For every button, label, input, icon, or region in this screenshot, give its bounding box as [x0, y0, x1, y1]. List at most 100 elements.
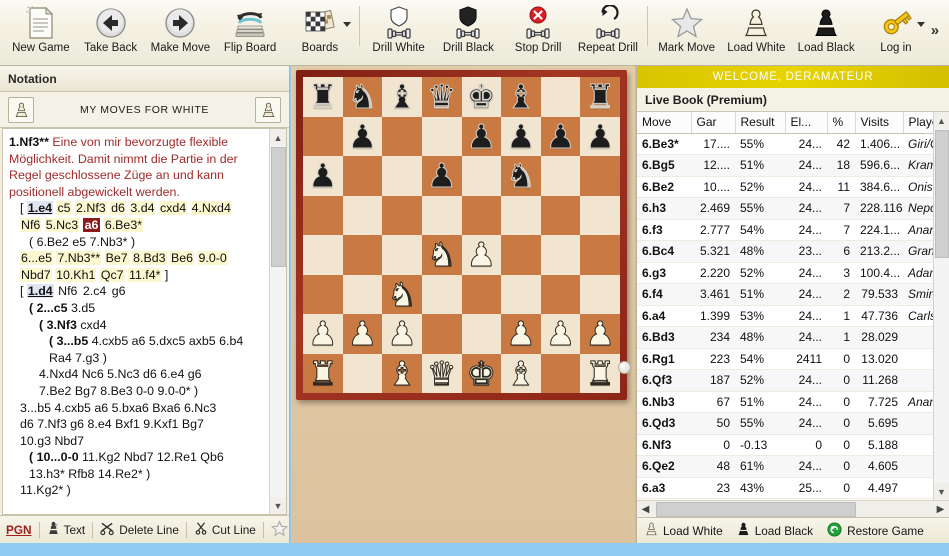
drill-white-button[interactable]: Drill White	[364, 0, 434, 64]
board-square[interactable]: ♟	[501, 117, 541, 157]
table-row[interactable]: 6.Be3*17....55%24...421.406...Giri/C	[637, 133, 949, 155]
subvariation[interactable]: ( 6.Be2 e5 7.Nb3* )	[29, 235, 135, 249]
board-square[interactable]	[462, 156, 502, 196]
board-square[interactable]	[382, 117, 422, 157]
chess-piece[interactable]: ♟	[467, 238, 497, 271]
move[interactable]: Nf6	[20, 218, 41, 232]
chess-piece[interactable]: ♟	[308, 159, 338, 192]
column-header-visits[interactable]: Visits	[855, 112, 903, 133]
board-square[interactable]: ♟	[303, 156, 343, 196]
move[interactable]: cxd4	[159, 201, 187, 215]
toolbar-overflow-button[interactable]: »	[931, 0, 949, 39]
board-square[interactable]	[580, 156, 620, 196]
move[interactable]: 10.Kh1	[55, 268, 96, 282]
chess-piece[interactable]: ♞	[348, 80, 378, 113]
chess-piece[interactable]: ♝	[387, 357, 417, 390]
move[interactable]: 13.h3* Rfb8 14.Re2* )	[29, 467, 150, 481]
move[interactable]: Be6	[170, 251, 194, 265]
move[interactable]: c5	[56, 201, 71, 215]
make-move-button[interactable]: Make Move	[146, 0, 216, 64]
chess-piece[interactable]: ♝	[506, 357, 536, 390]
chess-piece[interactable]: ♟	[585, 120, 615, 153]
chevron-down-icon[interactable]	[343, 22, 351, 27]
chessboard[interactable]: ♜♞♝♛♚♝♜♟♟♟♟♟♟♟♞♞♟♞♟♟♟♟♟♟♜♝♛♚♝♜	[303, 77, 620, 393]
board-square[interactable]: ♜	[303, 354, 343, 394]
column-header-elo[interactable]: El...	[785, 112, 827, 133]
board-square[interactable]	[462, 275, 502, 315]
move[interactable]: 11.f4*	[128, 268, 161, 282]
column-header-percent[interactable]: %	[827, 112, 855, 133]
move[interactable]: 4.Nxd4 Nc6 5.Nc3 d6 6.e4 g6	[39, 367, 202, 381]
chess-piece[interactable]: ♟	[506, 317, 536, 350]
board-square[interactable]	[501, 235, 541, 275]
board-square[interactable]: ♞	[501, 156, 541, 196]
table-row[interactable]: 6.h32.46955%24...7228.116Nepo.	[637, 198, 949, 220]
text-button[interactable]: r Text	[47, 520, 86, 539]
load-black-button[interactable]: Load Black	[737, 521, 813, 540]
board-square[interactable]: ♜	[580, 354, 620, 394]
board-square[interactable]	[462, 314, 502, 354]
chess-piece[interactable]: ♟	[546, 317, 576, 350]
chess-piece[interactable]: ♟	[387, 317, 417, 350]
flip-board-button[interactable]: Flip Board	[215, 0, 285, 64]
scrollbar-thumb[interactable]	[935, 130, 949, 258]
board-square[interactable]	[462, 196, 502, 236]
chess-piece[interactable]: ♝	[387, 80, 417, 113]
move[interactable]: 3...b5 4.cxb5 a6 5.bxa6 Bxa6 6.Nc3	[20, 401, 216, 415]
chess-piece[interactable]: ♟	[308, 317, 338, 350]
repeat-drill-button[interactable]: Repeat Drill	[573, 0, 643, 64]
board-square[interactable]: ♟	[382, 314, 422, 354]
move[interactable]: 3.d4	[129, 201, 155, 215]
board-square[interactable]: ♞	[422, 235, 462, 275]
board-square[interactable]	[343, 354, 383, 394]
chess-piece[interactable]: ♜	[585, 357, 615, 390]
subvariation-start[interactable]: ( 10...0-0	[29, 450, 79, 464]
scroll-down-button[interactable]: ▼	[934, 483, 949, 500]
board-square[interactable]	[382, 156, 422, 196]
table-row[interactable]: 6.a41.39953%24...147.736Carlse	[637, 305, 949, 327]
load-white-button[interactable]: Load White	[722, 0, 792, 64]
chess-piece[interactable]: ♜	[585, 80, 615, 113]
drill-black-button[interactable]: Drill Black	[434, 0, 504, 64]
scrollbar-thumb[interactable]	[656, 502, 856, 517]
board-square[interactable]: ♜	[303, 77, 343, 117]
chess-piece[interactable]: ♟	[348, 120, 378, 153]
board-square[interactable]: ♝	[501, 354, 541, 394]
livebook-horizontal-scrollbar[interactable]: ◀ ▶	[637, 500, 949, 517]
delete-line-button[interactable]: Delete Line	[100, 520, 179, 539]
restore-game-button[interactable]: Restore Game	[827, 522, 924, 540]
board-square[interactable]	[541, 354, 581, 394]
board-square[interactable]: ♝	[501, 77, 541, 117]
board-square[interactable]: ♟	[580, 117, 620, 157]
notation-scrollbar[interactable]: ▲ ▼	[269, 129, 286, 514]
table-row[interactable]: 6.Qd35055%24...05.695	[637, 413, 949, 435]
boards-button[interactable]: Boards	[285, 0, 355, 64]
chess-piece[interactable]: ♟	[506, 120, 536, 153]
move[interactable]: Qc7	[100, 268, 125, 282]
new-game-button[interactable]: New Game	[6, 0, 76, 64]
chess-piece[interactable]: ♜	[308, 357, 338, 390]
chess-piece[interactable]: ♟	[348, 317, 378, 350]
board-square[interactable]: ♟	[422, 156, 462, 196]
board-square[interactable]	[422, 196, 462, 236]
table-row[interactable]: 6.Qe24861%24...04.605	[637, 456, 949, 478]
chess-piece[interactable]: ♞	[506, 159, 536, 192]
move[interactable]: g6	[111, 284, 127, 298]
board-square[interactable]: ♟	[580, 314, 620, 354]
table-row[interactable]: 6.Rg122354%2411013.020	[637, 348, 949, 370]
board-square[interactable]: ♚	[462, 77, 502, 117]
selected-move[interactable]: a6	[83, 218, 101, 232]
table-row[interactable]: 6.Bc45.32148%23...6213.2...Gran.	[637, 241, 949, 263]
board-square[interactable]	[580, 196, 620, 236]
scroll-left-button[interactable]: ◀	[637, 501, 654, 518]
board-square[interactable]: ♞	[343, 77, 383, 117]
board-square[interactable]: ♛	[422, 77, 462, 117]
chess-piece[interactable]: ♟	[546, 120, 576, 153]
move[interactable]: 7.Be2 Bg7 8.Be3 0-0 9.0-0* )	[39, 384, 198, 398]
move[interactable]: 8.Bd3	[132, 251, 166, 265]
table-row[interactable]: 6.Nb36751%24...07.725Anan.	[637, 391, 949, 413]
board-square[interactable]	[382, 235, 422, 275]
board-square[interactable]: ♛	[422, 354, 462, 394]
chevron-down-icon[interactable]	[917, 22, 925, 27]
scrollbar-thumb[interactable]	[271, 147, 286, 267]
